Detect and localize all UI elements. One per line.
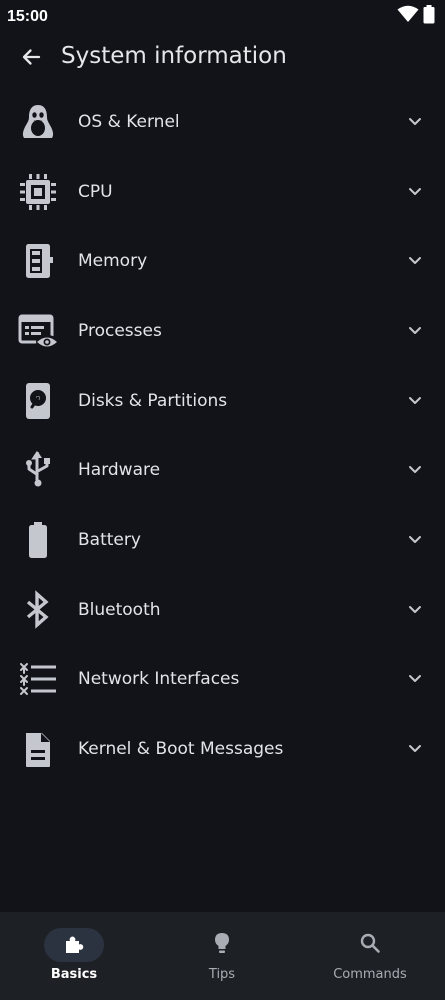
list-item-kernel-boot-messages[interactable]: Kernel & Boot Messages [0, 714, 445, 784]
status-time: 15:00 [7, 8, 48, 25]
list-item-battery[interactable]: Battery [0, 505, 445, 575]
nav-active-indicator [44, 928, 104, 962]
list-item-processes[interactable]: Processes [0, 296, 445, 366]
list-item-memory[interactable]: Memory [0, 226, 445, 296]
bluetooth-icon [16, 588, 60, 632]
battery-icon [16, 518, 60, 562]
nav-label-basics: Basics [50, 967, 98, 982]
status-bar: 15:00 [0, 0, 445, 34]
chevron-down-icon [403, 180, 427, 204]
chevron-down-icon [403, 389, 427, 413]
arrow-left-icon [21, 47, 41, 71]
item-label-hardware: Hardware [78, 460, 161, 481]
chevron-down-icon [403, 458, 427, 482]
chevron-down-icon [403, 737, 427, 761]
chevron-down-icon [403, 667, 427, 691]
puzzle-icon [63, 932, 85, 958]
item-label-os-kernel: OS & Kernel [78, 111, 180, 132]
list-item-network-interfaces[interactable]: Network Interfaces [0, 645, 445, 715]
document-icon [16, 727, 60, 771]
chevron-down-icon [403, 110, 427, 134]
item-label-processes: Processes [78, 320, 162, 341]
search-icon [359, 932, 381, 958]
screen: 15:00 System information OS & Kernel CPU… [0, 0, 445, 1000]
chevron-down-icon [403, 598, 427, 622]
chevron-down-icon [403, 528, 427, 552]
bottom-navigation: Basics Tips Commands [0, 912, 445, 1000]
wifi-icon [397, 5, 419, 27]
usb-icon [16, 448, 60, 492]
nav-item-basics[interactable]: Basics [0, 912, 148, 1000]
list-item-cpu[interactable]: CPU [0, 157, 445, 227]
network-list-icon [16, 657, 60, 701]
nav-item-commands[interactable]: Commands [296, 912, 444, 1000]
processes-icon [16, 309, 60, 353]
nav-icon-container [340, 928, 400, 962]
battery-icon [423, 5, 435, 28]
list-item-hardware[interactable]: Hardware [0, 435, 445, 505]
cpu-chip-icon [16, 170, 60, 214]
lightbulb-icon [212, 931, 232, 959]
back-button[interactable] [14, 42, 48, 76]
nav-label-commands: Commands [333, 967, 407, 982]
linux-penguin-icon [16, 100, 60, 144]
list-item-os-kernel[interactable]: OS & Kernel [0, 87, 445, 157]
item-label-disks-partitions: Disks & Partitions [78, 390, 228, 411]
item-label-cpu: CPU [78, 181, 113, 202]
item-label-kernel-boot-messages: Kernel & Boot Messages [78, 739, 284, 760]
item-label-bluetooth: Bluetooth [78, 599, 161, 620]
nav-icon-container [192, 928, 252, 962]
nav-label-tips: Tips [208, 967, 236, 982]
page-title: System information [61, 43, 287, 69]
item-label-network-interfaces: Network Interfaces [78, 669, 240, 690]
nav-item-tips[interactable]: Tips [148, 912, 296, 1000]
list-item-disks-partitions[interactable]: Disks & Partitions [0, 366, 445, 436]
memory-icon [16, 239, 60, 283]
chevron-down-icon [403, 249, 427, 273]
chevron-down-icon [403, 319, 427, 343]
system-info-list: OS & Kernel CPU Memory Processes Disks &… [0, 87, 445, 784]
hard-disk-icon [16, 379, 60, 423]
list-item-bluetooth[interactable]: Bluetooth [0, 575, 445, 645]
item-label-battery: Battery [78, 529, 141, 550]
item-label-memory: Memory [78, 251, 148, 272]
app-bar: System information [0, 34, 445, 84]
